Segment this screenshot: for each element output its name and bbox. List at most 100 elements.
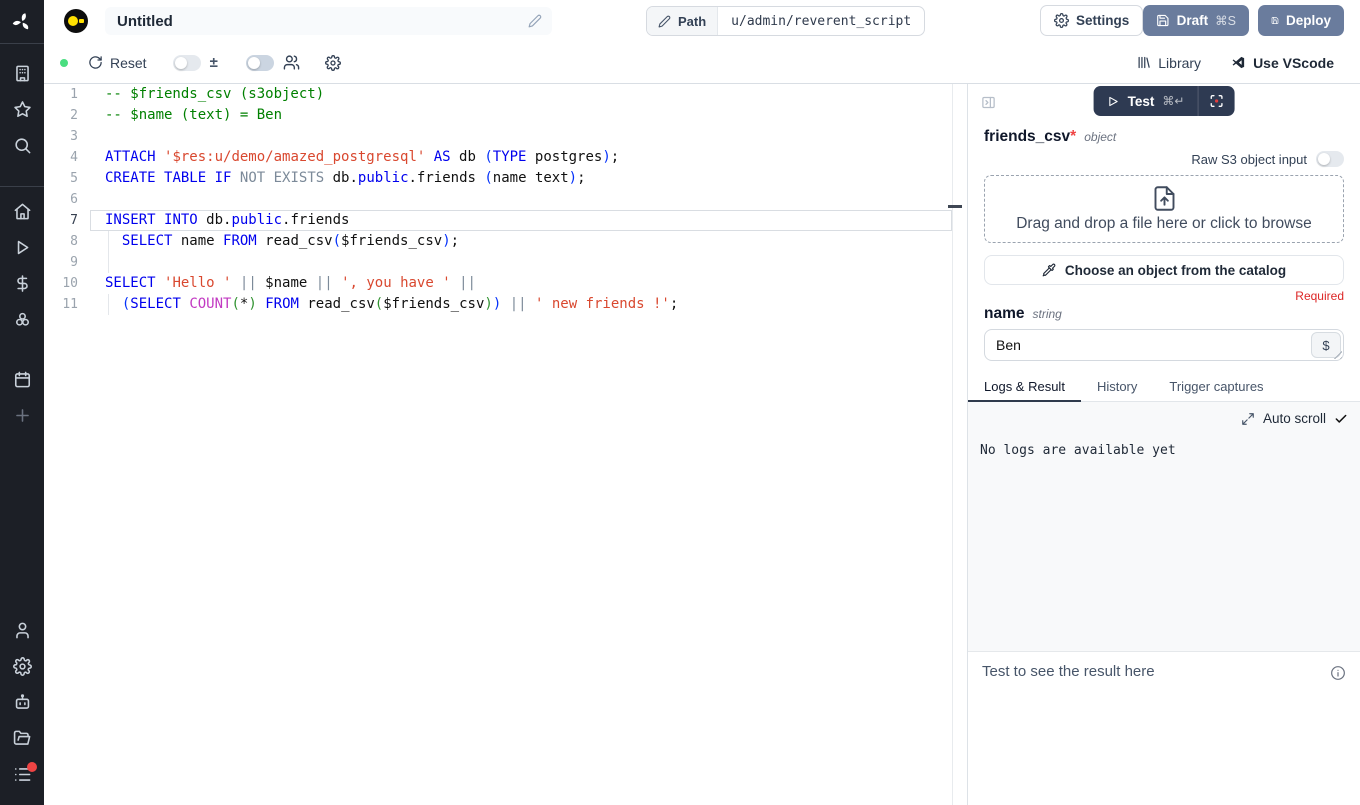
path-value: u/admin/reverent_script — [718, 7, 924, 35]
collapse-panel-icon[interactable] — [981, 95, 996, 110]
main-area: Path u/admin/reverent_script Settings Dr… — [44, 0, 1360, 805]
editor-line-2: 2 -- $name (text) = Ben — [44, 105, 952, 126]
sidebar-item-variables[interactable] — [0, 268, 44, 304]
search-icon — [13, 136, 32, 160]
workspace-icon — [13, 64, 32, 88]
editor-line-7: 7 INSERT INTO db.public.friends — [44, 210, 952, 231]
info-icon[interactable] — [1330, 665, 1346, 681]
sidebar-item-add[interactable] — [0, 400, 44, 436]
line-code[interactable]: SELECT name FROM read_csv($friends_csv); — [105, 231, 952, 252]
library-button[interactable]: Library — [1136, 55, 1201, 71]
script-title-input[interactable] — [105, 13, 528, 30]
draft-button[interactable]: Draft ⌘S — [1143, 5, 1249, 36]
arg-friends-csv-label: friends_csv* — [984, 128, 1076, 146]
account-icon — [13, 621, 32, 645]
autoscroll-label: Auto scroll — [1263, 411, 1326, 426]
add-icon — [13, 406, 32, 430]
duckdb-language-icon — [64, 9, 88, 33]
assistants-icon — [13, 693, 32, 717]
editor-line-3: 3 — [44, 126, 952, 147]
line-number: 4 — [44, 147, 78, 168]
line-number: 6 — [44, 189, 78, 210]
editor-toolbar: Reset ± Library Use VScode — [44, 42, 1360, 84]
pipette-icon — [1042, 263, 1056, 277]
editor-line-8: 8 SELECT name FROM read_csv($friends_csv… — [44, 231, 952, 252]
expand-logs-icon[interactable] — [1241, 412, 1255, 426]
reset-button[interactable]: Reset — [88, 55, 147, 71]
autoscroll-check-icon[interactable] — [1334, 412, 1348, 426]
editor-line-11: 11 (SELECT COUNT(*) FROM read_csv($frien… — [44, 294, 952, 315]
line-code[interactable] — [105, 189, 952, 210]
sidebar-item-audit-logs[interactable] — [0, 759, 44, 795]
line-number: 2 — [44, 105, 78, 126]
line-code[interactable]: -- $friends_csv (s3object) — [105, 84, 952, 105]
sidebar-item-runs[interactable] — [0, 232, 44, 268]
line-number: 11 — [44, 294, 78, 315]
sidebar-item-schedules[interactable] — [0, 364, 44, 400]
line-code[interactable] — [105, 252, 952, 273]
test-button-group: Test ⌘↵ — [1094, 86, 1235, 116]
favorites-icon — [13, 100, 32, 124]
editor-line-6: 6 — [44, 189, 952, 210]
windmill-logo[interactable] — [0, 0, 44, 44]
editor-line-1: 1-- $friends_csv (s3object) — [44, 84, 952, 105]
line-number: 9 — [44, 252, 78, 273]
sidebar-item-favorites[interactable] — [0, 94, 44, 130]
line-code[interactable] — [105, 126, 952, 147]
line-number: 7 — [44, 210, 78, 231]
line-code[interactable]: SELECT 'Hello ' || $name || ', you have … — [105, 273, 952, 294]
tab-trigger-captures[interactable]: Trigger captures — [1153, 376, 1279, 401]
result-section: Test to see the result here — [968, 652, 1360, 805]
editor-settings-gear-icon[interactable] — [325, 55, 341, 71]
capture-button[interactable] — [1198, 86, 1234, 116]
line-code[interactable]: CREATE TABLE IF NOT EXISTS db.public.fri… — [105, 168, 952, 189]
editor-line-9: 9 — [44, 252, 952, 273]
line-number: 8 — [44, 231, 78, 252]
diff-toggle[interactable] — [173, 55, 201, 71]
arg-friends-csv-type: object — [1084, 130, 1116, 144]
line-code[interactable]: -- $name (text) = Ben — [105, 105, 952, 126]
panel-tabs: Logs & ResultHistoryTrigger captures — [968, 376, 1360, 402]
required-badge: Required — [984, 289, 1344, 303]
runs-icon — [13, 238, 32, 262]
logs-empty-text: No logs are available yet — [980, 443, 1348, 458]
editor-line-5: 5CREATE TABLE IF NOT EXISTS db.public.fr… — [44, 168, 952, 189]
name-input[interactable] — [984, 329, 1344, 361]
deploy-button[interactable]: Deploy — [1258, 5, 1344, 36]
sidebar-item-settings[interactable] — [0, 651, 44, 687]
line-code[interactable]: ATTACH '$res:u/demo/amazed_postgresql' A… — [105, 147, 952, 168]
test-shortcut: ⌘↵ — [1162, 94, 1184, 108]
tab-logs-result[interactable]: Logs & Result — [968, 376, 1081, 401]
sidebar-item-search[interactable] — [0, 130, 44, 166]
sidebar-item-resources[interactable] — [0, 304, 44, 340]
use-vscode-button[interactable]: Use VScode — [1231, 55, 1334, 71]
file-dropzone[interactable]: Drag and drop a file here or click to br… — [984, 175, 1344, 243]
topbar: Path u/admin/reverent_script Settings Dr… — [44, 0, 1360, 42]
path-control[interactable]: Path u/admin/reverent_script — [646, 6, 925, 36]
collab-toggle[interactable] — [246, 55, 274, 71]
sidebar-item-workspace[interactable] — [0, 58, 44, 94]
raw-s3-toggle[interactable] — [1316, 151, 1344, 167]
line-code[interactable]: (SELECT COUNT(*) FROM read_csv($friends_… — [105, 294, 952, 315]
variable-insert-button[interactable]: $ — [1311, 332, 1341, 358]
line-code[interactable]: INSERT INTO db.public.friends — [105, 210, 952, 231]
editor-line-4: 4 ATTACH '$res:u/demo/amazed_postgresql' … — [44, 147, 952, 168]
notification-badge — [27, 762, 37, 772]
sidebar-item-account[interactable] — [0, 615, 44, 651]
line-number: 10 — [44, 273, 78, 294]
code-editor[interactable]: 1-- $friends_csv (s3object)2 -- $name (te… — [44, 84, 967, 805]
tab-history[interactable]: History — [1081, 376, 1153, 401]
sidebar-item-assistants[interactable] — [0, 687, 44, 723]
library-icon — [1136, 55, 1151, 70]
settings-button[interactable]: Settings — [1040, 5, 1143, 36]
sidebar-item-folders[interactable] — [0, 723, 44, 759]
edit-title-pencil-icon[interactable] — [528, 14, 542, 28]
choose-object-button[interactable]: Choose an object from the catalog — [984, 255, 1344, 285]
test-button[interactable]: Test ⌘↵ — [1094, 86, 1198, 116]
schedules-icon — [13, 370, 32, 394]
sidebar-item-home[interactable] — [0, 196, 44, 232]
status-dot — [60, 59, 68, 67]
arg-name-label: name — [984, 305, 1025, 323]
home-icon — [13, 202, 32, 226]
raw-s3-label: Raw S3 object input — [1191, 152, 1307, 167]
